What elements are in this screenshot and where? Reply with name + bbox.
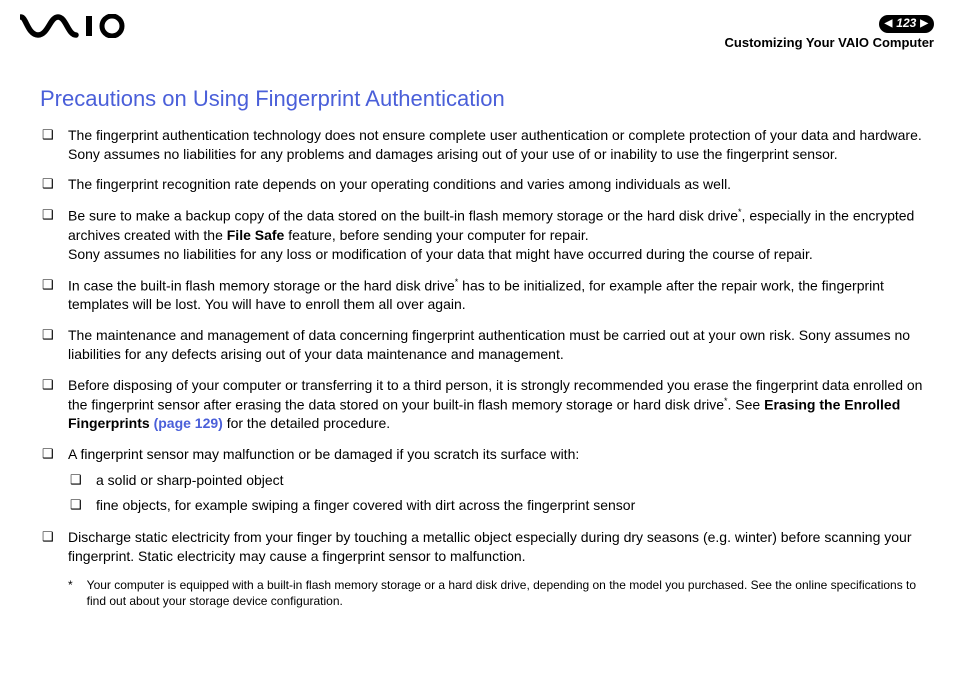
list-item: The maintenance and management of data c… (40, 326, 934, 364)
list-item: a solid or sharp-pointed object (68, 470, 934, 491)
list-item: A fingerprint sensor may malfunction or … (40, 445, 934, 516)
list-item: In case the built-in flash memory storag… (40, 276, 934, 314)
list-item: The fingerprint authentication technolog… (40, 126, 934, 164)
header-right: ◀ 123 ▶ Customizing Your VAIO Computer (725, 14, 934, 52)
page-link-129[interactable]: (page 129) (154, 415, 223, 431)
page-navigator[interactable]: ◀ 123 ▶ (879, 15, 934, 33)
list-item: Be sure to make a backup copy of the dat… (40, 206, 934, 263)
page-content: Precautions on Using Fingerprint Authent… (0, 52, 954, 609)
list-item: Discharge static electricity from your f… (40, 528, 934, 566)
footnote: * Your computer is equipped with a built… (40, 578, 934, 609)
prev-page-icon[interactable]: ◀ (885, 19, 893, 29)
page-number: 123 (896, 16, 916, 32)
vaio-logo (20, 14, 130, 38)
sub-list: a solid or sharp-pointed object fine obj… (68, 470, 934, 516)
footnote-text: Your computer is equipped with a built-i… (87, 578, 934, 609)
list-item: fine objects, for example swiping a fing… (68, 495, 934, 516)
next-page-icon[interactable]: ▶ (920, 19, 928, 29)
list-item: The fingerprint recognition rate depends… (40, 175, 934, 194)
footnote-marker: * (68, 578, 73, 609)
list-item: Before disposing of your computer or tra… (40, 376, 934, 433)
precautions-list: The fingerprint authentication technolog… (40, 126, 934, 566)
breadcrumb: Customizing Your VAIO Computer (725, 35, 934, 52)
page-header: ◀ 123 ▶ Customizing Your VAIO Computer (0, 0, 954, 52)
page-title: Precautions on Using Fingerprint Authent… (40, 86, 934, 112)
